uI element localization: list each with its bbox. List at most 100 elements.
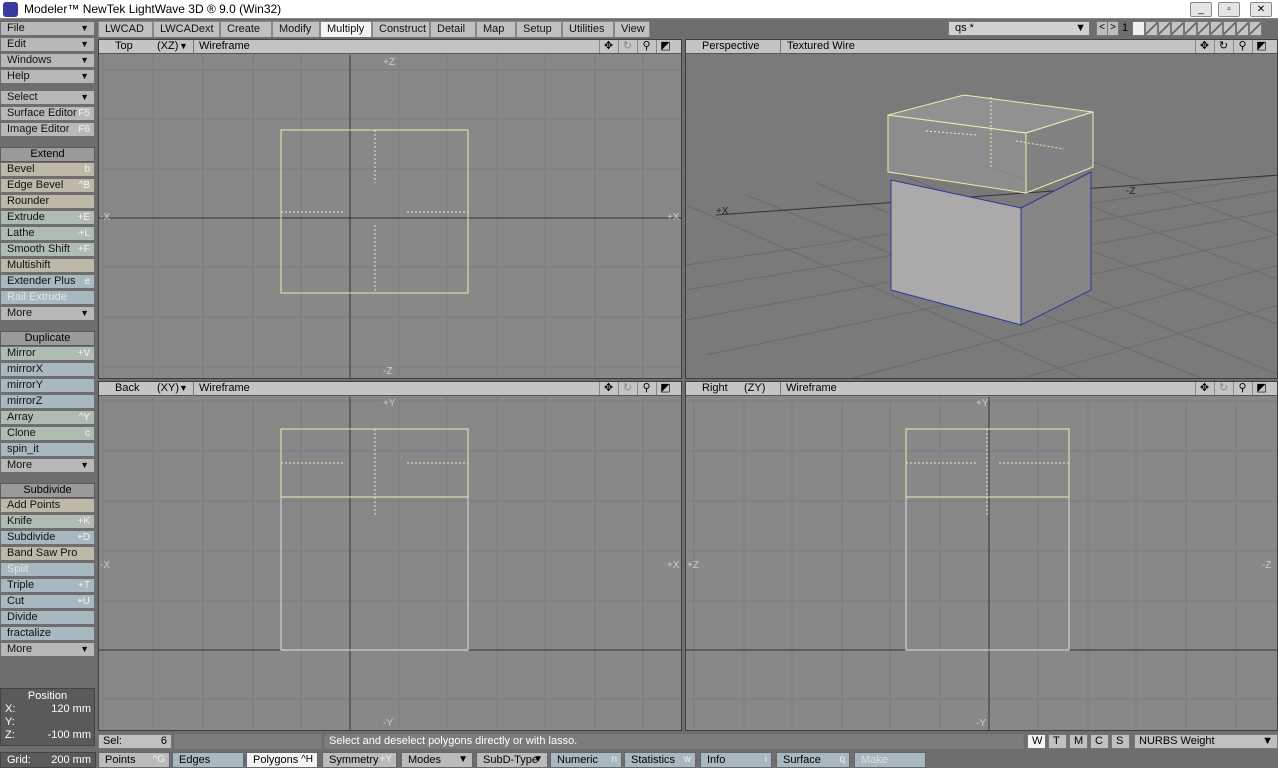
layer-9[interactable]: [1236, 21, 1249, 36]
tab-detail[interactable]: Detail: [430, 21, 476, 37]
wtmcs-m-button[interactable]: M: [1069, 734, 1088, 749]
windows-menu[interactable]: Windows ▼: [0, 53, 95, 68]
statistics-button[interactable]: Statistics w: [624, 752, 696, 768]
tool-button-extend-9[interactable]: More ▼: [0, 306, 95, 321]
tab-view[interactable]: View: [614, 21, 650, 37]
modes-dropdown[interactable]: Modes ▼: [401, 752, 473, 768]
move-view-icon[interactable]: ✥: [1195, 40, 1213, 53]
render-mode-label[interactable]: Wireframe: [199, 40, 250, 53]
viewport-back[interactable]: Back (XY) ▼ Wireframe ✥ ↻ ⚲ ◩ +Y -Y -X +…: [98, 381, 682, 731]
maximize-view-icon[interactable]: ◩: [1252, 382, 1270, 395]
render-mode-label[interactable]: Wireframe: [199, 382, 250, 395]
tab-construct[interactable]: Construct: [372, 21, 430, 37]
tab-utilities[interactable]: Utilities: [562, 21, 614, 37]
tool-button-extend-5[interactable]: Smooth Shift +F: [0, 242, 95, 257]
tool-button-extend-7[interactable]: Extender Plus e: [0, 274, 95, 289]
tab-modify[interactable]: Modify: [272, 21, 320, 37]
layer-7[interactable]: [1210, 21, 1223, 36]
layer-5[interactable]: [1184, 21, 1197, 36]
tool-button-extend-8[interactable]: Rail Extrude: [0, 290, 95, 305]
tool-button-dup-3[interactable]: mirrorZ: [0, 394, 95, 409]
rotate-view-icon[interactable]: ↻: [618, 40, 636, 53]
tab-setup[interactable]: Setup: [516, 21, 562, 37]
maximize-view-icon[interactable]: ◩: [1252, 40, 1270, 53]
file-menu[interactable]: File ▼: [0, 21, 95, 36]
move-view-icon[interactable]: ✥: [1195, 382, 1213, 395]
tool-button-extend-3[interactable]: Extrude +E: [0, 210, 95, 225]
layer-6[interactable]: [1197, 21, 1210, 36]
wtmcs-c-button[interactable]: C: [1090, 734, 1109, 749]
tool-button-dup-0[interactable]: Mirror +V: [0, 346, 95, 361]
tool-button-dup-5[interactable]: Clone c: [0, 426, 95, 441]
wtmcs-w-button[interactable]: W: [1027, 734, 1046, 749]
layer-10[interactable]: [1249, 21, 1262, 36]
view-axes-label[interactable]: (XZ): [157, 40, 178, 53]
view-axes-label[interactable]: (ZY): [744, 382, 765, 395]
view-type-label[interactable]: Back: [115, 382, 139, 395]
quick-select-dropdown[interactable]: qs * ▼: [948, 21, 1090, 36]
wtmcs-t-button[interactable]: T: [1048, 734, 1067, 749]
info-button[interactable]: Info i: [700, 752, 772, 768]
image-editor-button[interactable]: Image Editor F6: [0, 122, 95, 137]
layer-4[interactable]: [1171, 21, 1184, 36]
zoom-view-icon[interactable]: ⚲: [637, 40, 655, 53]
zoom-view-icon[interactable]: ⚲: [637, 382, 655, 395]
render-mode-label[interactable]: Textured Wire: [787, 40, 855, 53]
tab-lwcad[interactable]: LWCAD: [98, 21, 153, 37]
select-menu[interactable]: Select ▼: [0, 90, 95, 105]
symmetry-button[interactable]: Symmetry +Y: [322, 752, 397, 768]
view-type-label[interactable]: Right: [702, 382, 728, 395]
tool-button-dup-6[interactable]: spin_it: [0, 442, 95, 457]
zoom-view-icon[interactable]: ⚲: [1233, 40, 1251, 53]
rotate-view-icon[interactable]: ↻: [1214, 40, 1232, 53]
tool-button-dup-2[interactable]: mirrorY: [0, 378, 95, 393]
rotate-view-icon[interactable]: ↻: [1214, 382, 1232, 395]
tool-button-dup-1[interactable]: mirrorX: [0, 362, 95, 377]
tab-create[interactable]: Create: [220, 21, 272, 37]
wtmcs-s-button[interactable]: S: [1111, 734, 1130, 749]
help-menu[interactable]: Help ▼: [0, 69, 95, 84]
tool-button-dup-4[interactable]: Array ^Y: [0, 410, 95, 425]
points-mode-button[interactable]: Points ^G: [98, 752, 170, 768]
viewport-top[interactable]: Top (XZ) ▼ Wireframe ✥ ↻ ⚲ ◩ +Z -Z -X +X: [98, 39, 682, 379]
view-type-label[interactable]: Perspective: [702, 40, 759, 53]
render-mode-label[interactable]: Wireframe: [786, 382, 837, 395]
maximize-view-icon[interactable]: ◩: [656, 40, 674, 53]
tool-button-extend-1[interactable]: Edge Bevel ^B: [0, 178, 95, 193]
edit-menu[interactable]: Edit ▼: [0, 37, 95, 52]
tool-button-sub-7[interactable]: Divide: [0, 610, 95, 625]
make-button[interactable]: Make: [854, 752, 926, 768]
surface-editor-button[interactable]: Surface Editor F5: [0, 106, 95, 121]
zoom-view-icon[interactable]: ⚲: [1233, 382, 1251, 395]
move-view-icon[interactable]: ✥: [599, 382, 617, 395]
polygons-mode-button[interactable]: Polygons ^H: [246, 752, 318, 768]
close-button[interactable]: ✕: [1250, 2, 1272, 17]
tool-button-sub-9[interactable]: More ▼: [0, 642, 95, 657]
maximize-view-icon[interactable]: ◩: [656, 382, 674, 395]
tool-button-extend-2[interactable]: Rounder: [0, 194, 95, 209]
layer-2[interactable]: [1145, 21, 1158, 36]
tool-button-sub-3[interactable]: Band Saw Pro: [0, 546, 95, 561]
tab-lwcadext[interactable]: LWCADext: [153, 21, 220, 37]
tool-button-extend-4[interactable]: Lathe +L: [0, 226, 95, 241]
viewport-perspective[interactable]: Perspective Textured Wire ✥ ↻ ⚲ ◩ +X -Z: [685, 39, 1278, 379]
layer-3[interactable]: [1158, 21, 1171, 36]
tool-button-extend-0[interactable]: Bevel b: [0, 162, 95, 177]
next-layer-button[interactable]: >: [1107, 21, 1119, 36]
tool-button-sub-0[interactable]: Add Points: [0, 498, 95, 513]
tool-button-dup-7[interactable]: More ▼: [0, 458, 95, 473]
tool-button-sub-4[interactable]: Split: [0, 562, 95, 577]
layer-1[interactable]: [1132, 21, 1145, 36]
tool-button-sub-2[interactable]: Subdivide +D: [0, 530, 95, 545]
edges-mode-button[interactable]: Edges: [172, 752, 244, 768]
move-view-icon[interactable]: ✥: [599, 40, 617, 53]
viewport-right[interactable]: Right (ZY) Wireframe ✥ ↻ ⚲ ◩ +Y -Y +Z -Z: [685, 381, 1278, 731]
rotate-view-icon[interactable]: ↻: [618, 382, 636, 395]
view-type-label[interactable]: Top: [115, 40, 133, 53]
tool-button-extend-6[interactable]: Multishift: [0, 258, 95, 273]
tool-button-sub-1[interactable]: Knife +K: [0, 514, 95, 529]
vmap-dropdown[interactable]: NURBS Weight ▼: [1134, 734, 1278, 749]
maximize-button[interactable]: ▫: [1218, 2, 1240, 17]
numeric-button[interactable]: Numeric n: [550, 752, 622, 768]
tab-multiply[interactable]: Multiply: [320, 21, 372, 37]
